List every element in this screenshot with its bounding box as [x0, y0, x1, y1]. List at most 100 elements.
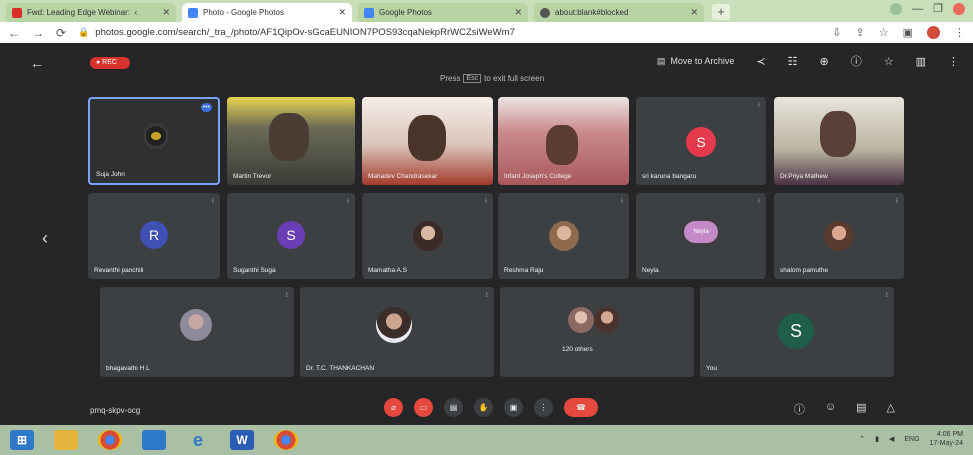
- globe-icon: [540, 7, 550, 18]
- avatar-photo: [376, 307, 412, 343]
- volume-icon[interactable]: ◀: [889, 435, 894, 443]
- participant-name: Revanthi panchili: [94, 267, 144, 274]
- info-icon[interactable]: ⓘ: [851, 53, 862, 69]
- clock[interactable]: 4:06 PM 17-May-24: [930, 430, 963, 448]
- install-app-icon[interactable]: ⇩: [832, 26, 841, 39]
- participant-tile: 120 others: [500, 287, 694, 377]
- participant-tile: ◌ Dr.Priya Mathew: [774, 97, 904, 185]
- clock-date: 17-May-24: [929, 440, 963, 447]
- chat-icon[interactable]: ▤: [856, 401, 866, 417]
- audio-indicator-icon: •••: [200, 103, 212, 112]
- previous-photo-icon[interactable]: ‹: [42, 228, 48, 249]
- leave-call-button[interactable]: ☎: [564, 398, 598, 417]
- more-icon[interactable]: ⋮: [948, 55, 959, 68]
- edge-icon[interactable]: e: [186, 430, 210, 450]
- viewer-back-icon[interactable]: ←: [30, 55, 44, 71]
- present-button[interactable]: ▣: [504, 398, 523, 417]
- adjust-icon[interactable]: ☷: [788, 55, 798, 68]
- participant-tile: S ⁝ Suganthi Suga: [227, 193, 355, 279]
- mute-icon: ⁝: [895, 198, 898, 205]
- participant-tile: ⁝ bhagavathi H L: [100, 287, 294, 377]
- minimize-button[interactable]: —: [912, 3, 923, 15]
- bookmark-star-icon[interactable]: ☆: [879, 26, 889, 39]
- avatar-photo: [413, 221, 443, 251]
- language-indicator[interactable]: ENG: [904, 436, 919, 443]
- profile-menu-icon[interactable]: [890, 2, 903, 15]
- close-icon[interactable]: ✕: [338, 7, 346, 18]
- mute-icon: ◌: [893, 101, 898, 108]
- word-icon[interactable]: W: [230, 430, 254, 450]
- close-icon[interactable]: ✕: [690, 7, 698, 18]
- profile-avatar[interactable]: [927, 26, 940, 39]
- fullscreen-hint: Press Esc to exit full screen: [440, 74, 544, 83]
- share-page-icon[interactable]: ⇪: [856, 26, 865, 39]
- taskbar: ⊞ e W ⌃ ▮ ◀ ENG 4:06 PM 17-May-24: [0, 425, 973, 455]
- avatar: S: [778, 313, 814, 349]
- tab-gmail[interactable]: Fwd: Leading Edge Webinar: ‹ ✕: [6, 3, 176, 22]
- more-options-button[interactable]: ⋮: [534, 398, 553, 417]
- avatar: [143, 123, 169, 149]
- activities-icon[interactable]: △: [887, 401, 895, 417]
- new-tab-button[interactable]: +: [712, 4, 730, 20]
- close-icon[interactable]: ✕: [514, 7, 522, 18]
- calendar-app-icon[interactable]: [142, 430, 166, 450]
- participant-name: sri karuna bangaru: [642, 173, 697, 180]
- star-icon[interactable]: ☆: [884, 55, 894, 68]
- participant-name: bhagavathi H L: [106, 365, 150, 372]
- mute-icon: ◌: [344, 101, 349, 108]
- raise-hand-button[interactable]: ✋: [474, 398, 493, 417]
- people-icon[interactable]: ☺: [825, 401, 836, 417]
- back-icon[interactable]: ←: [8, 26, 20, 40]
- participant-name: Dr. T.C. THANKACHAN: [306, 365, 375, 372]
- delete-icon[interactable]: ▥: [916, 55, 926, 68]
- windows-start-icon[interactable]: ⊞: [10, 430, 34, 450]
- meeting-details-icon[interactable]: ⓘ: [794, 401, 805, 417]
- participant-tile: ◌ Mahadev Chandrasekar: [362, 97, 493, 185]
- chrome-icon[interactable]: [98, 430, 122, 450]
- participant-tile: ⁝ Dr. T.C. THANKACHAN: [300, 287, 494, 377]
- maximize-button[interactable]: ❐: [933, 2, 943, 15]
- chrome-active-icon[interactable]: [274, 430, 298, 450]
- window-controls: — ❐: [890, 2, 965, 15]
- file-explorer-icon[interactable]: [54, 430, 78, 450]
- meet-controls: ⌀ ▭ ▤ ✋ ▣ ⋮ ☎: [384, 398, 598, 417]
- participant-tile: Neyla ⁝ Neyla: [636, 193, 766, 279]
- tab-about-blank[interactable]: about:blank#blocked ✕: [534, 3, 704, 22]
- viewer-toolbar: ← ● REC Press Esc to exit full screen ▤ …: [0, 43, 973, 83]
- zoom-icon[interactable]: ⊕: [820, 55, 829, 68]
- hint-key: Esc: [463, 74, 482, 83]
- tab-google-photos[interactable]: Google Photos ✕: [358, 3, 528, 22]
- tray-arrow-icon[interactable]: ⌃: [859, 435, 865, 443]
- url-field[interactable]: 🔒 photos.google.com/search/_tra_/photo/A…: [78, 27, 832, 38]
- participant-tile: S ⁝ You: [700, 287, 894, 377]
- recording-badge: ● REC: [90, 57, 130, 69]
- mute-icon: ⁝: [620, 198, 623, 205]
- side-panel-icon[interactable]: ▣: [903, 26, 913, 39]
- hint-suffix: to exit full screen: [484, 74, 545, 83]
- share-icon[interactable]: ≺: [756, 55, 765, 68]
- participant-name: Suganthi Suga: [233, 267, 276, 274]
- meeting-code: pmq-skpv-ocg: [90, 406, 141, 415]
- google-photos-icon: [188, 7, 198, 18]
- mute-icon: ◌: [482, 101, 487, 108]
- avatar-photo: [180, 309, 212, 341]
- mute-icon: ◌: [618, 101, 623, 108]
- photo-viewer: ← ● REC Press Esc to exit full screen ▤ …: [0, 43, 973, 425]
- video-person: [546, 125, 578, 165]
- avatar: S: [277, 221, 305, 249]
- forward-icon[interactable]: →: [32, 26, 44, 40]
- tab-photo[interactable]: Photo - Google Photos ✕: [182, 3, 352, 22]
- captions-button[interactable]: ▤: [444, 398, 463, 417]
- reload-icon[interactable]: ⟳: [56, 26, 66, 40]
- mic-off-button[interactable]: ⌀: [384, 398, 403, 417]
- close-window-button[interactable]: [953, 2, 965, 15]
- tab-title: Google Photos: [379, 8, 432, 17]
- close-icon[interactable]: ✕: [162, 7, 170, 18]
- more-menu-icon[interactable]: ⋮: [954, 26, 965, 39]
- camera-off-button[interactable]: ▭: [414, 398, 433, 417]
- move-to-archive-button[interactable]: ▤ Move to Archive: [657, 56, 735, 67]
- participant-tile: ⁝ Mamatha A.S: [362, 193, 493, 279]
- mute-icon: ⁝: [757, 102, 760, 109]
- network-icon[interactable]: ▮: [875, 435, 879, 443]
- google-photos-icon: [364, 7, 374, 18]
